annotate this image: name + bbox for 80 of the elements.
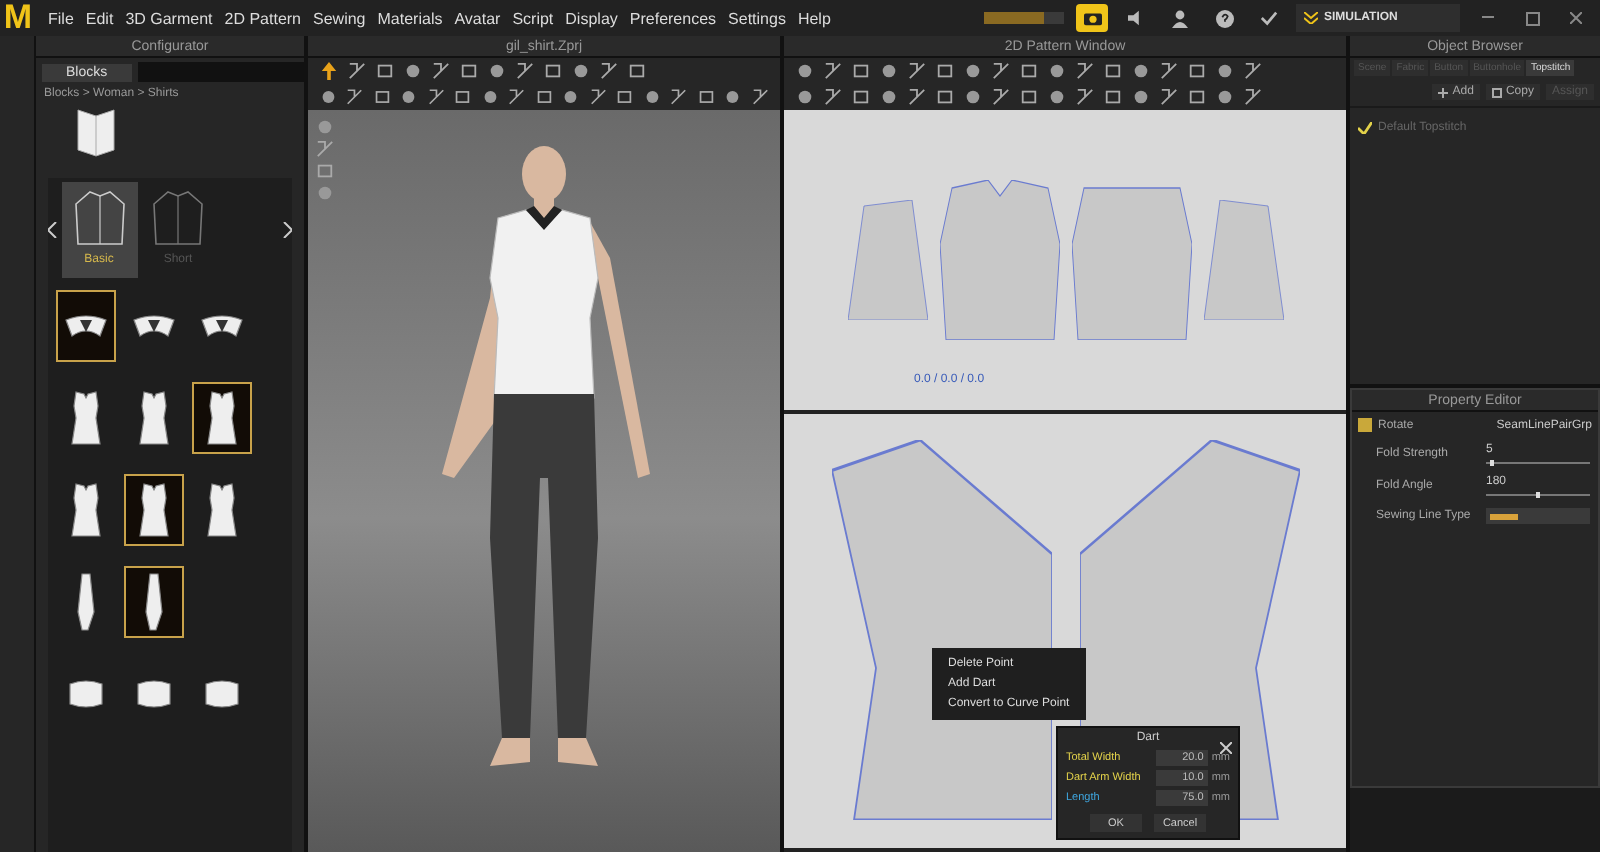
restore-icon (1525, 11, 1539, 25)
tool-icon[interactable] (1160, 88, 1178, 106)
user-icon (1172, 9, 1188, 27)
tool-icon[interactable] (600, 62, 618, 80)
shirt-icon (152, 188, 204, 248)
menu-item[interactable]: Edit (85, 9, 114, 27)
menu-item[interactable]: Script (512, 9, 554, 27)
bodice-icon (138, 482, 170, 538)
bodice-icon (206, 482, 238, 538)
close-icon (1570, 12, 1582, 24)
menu-item[interactable]: Preferences (629, 9, 717, 27)
menu-item[interactable]: Help (797, 9, 831, 27)
minimize-icon (1482, 16, 1494, 20)
tool-icon[interactable] (824, 88, 842, 106)
cuff-icon (66, 678, 106, 710)
tool-icon[interactable] (908, 62, 926, 80)
checkbox[interactable] (1358, 418, 1372, 432)
menu-item[interactable]: File (48, 9, 74, 27)
tool-icon[interactable] (346, 88, 364, 106)
tool-icon[interactable] (516, 62, 534, 80)
bodice-icon (138, 390, 170, 446)
tool-icon[interactable] (589, 88, 607, 106)
app-logo: M (1, 0, 35, 36)
menu-item[interactable]: Sewing (313, 9, 366, 27)
tool-icon[interactable] (670, 88, 688, 106)
tool-icon[interactable] (1244, 62, 1262, 80)
tool-icon[interactable] (751, 88, 768, 106)
menu-item[interactable]: 3D Garment (125, 9, 213, 27)
plus-icon (1438, 87, 1449, 97)
bodice-icon (70, 390, 102, 446)
tool-icon[interactable] (348, 62, 366, 80)
menu-item[interactable]: Avatar (454, 9, 501, 27)
part-thumbnail[interactable] (124, 566, 184, 638)
cuff-icon (134, 678, 174, 710)
tool-icon[interactable] (1244, 88, 1262, 106)
part-thumbnail[interactable] (56, 290, 116, 362)
camera-icon (1083, 10, 1101, 26)
camera-button[interactable] (1076, 4, 1108, 32)
tool-icon[interactable] (992, 88, 1010, 106)
tool-icon[interactable] (992, 62, 1010, 80)
cuff-icon (202, 678, 242, 710)
sleeve-icon (76, 572, 96, 632)
speaker-icon (1127, 10, 1145, 26)
chevron-left-icon[interactable] (48, 222, 58, 238)
tool-icon[interactable] (427, 88, 445, 106)
tool-icon[interactable] (908, 88, 926, 106)
line-sample-icon (1490, 513, 1518, 519)
pattern-piece-drawing (1203, 199, 1283, 320)
collar-icon (130, 312, 178, 340)
menu-item[interactable]: Display (565, 9, 618, 27)
checkbox[interactable] (1358, 120, 1372, 134)
pattern-piece-drawing (847, 199, 927, 320)
copy-icon (1491, 87, 1502, 97)
sleeve-icon (144, 572, 164, 632)
checkmark-icon (1259, 10, 1277, 26)
shirt-icon (73, 188, 125, 248)
slider-thumb[interactable] (1489, 460, 1494, 466)
tool-icon[interactable] (432, 62, 450, 80)
tool-icon[interactable] (508, 88, 526, 106)
pointer-icon[interactable] (320, 62, 338, 80)
part-thumbnail[interactable] (192, 382, 252, 454)
tool-icon[interactable] (1076, 62, 1094, 80)
bodice-icon (70, 482, 102, 538)
folder-icon[interactable] (76, 106, 116, 158)
collar-icon (198, 312, 246, 340)
menu-item[interactable]: Settings (728, 9, 786, 27)
tool-icon[interactable] (1076, 88, 1094, 106)
part-thumbnail[interactable] (124, 474, 184, 546)
help-icon (1215, 9, 1233, 27)
chevron-right-icon[interactable] (282, 222, 292, 238)
menu-item[interactable]: Materials (377, 9, 443, 27)
tool-icon[interactable] (1160, 62, 1178, 80)
close-icon (1220, 742, 1232, 754)
line-type-dropdown[interactable] (1486, 508, 1590, 524)
checkmark-icon (1358, 121, 1372, 133)
bodice-icon (206, 390, 238, 446)
collar-icon (62, 312, 110, 340)
tool-icon[interactable] (824, 62, 842, 80)
chevron-icon (1304, 12, 1318, 24)
menu-item[interactable]: 2D Pattern (224, 9, 302, 27)
